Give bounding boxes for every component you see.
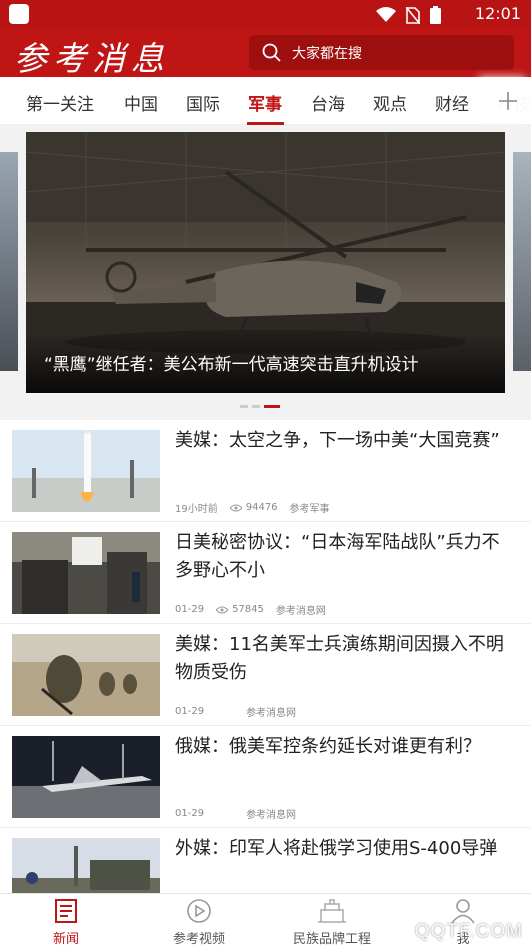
system-icons <box>376 6 441 24</box>
no-sim-icon <box>406 6 420 24</box>
plus-icon <box>499 91 517 110</box>
news-thumbnail <box>12 634 160 716</box>
tab-international[interactable]: 国际 <box>186 90 220 115</box>
banner-caption-overlay: “黑鹰”继任者：美公布新一代高速突击直升机设计 <box>26 333 505 393</box>
news-thumbnail <box>12 430 160 512</box>
watermark: QQTF.COM <box>414 921 523 942</box>
play-icon <box>187 899 211 923</box>
next-slide-peek[interactable] <box>513 152 531 371</box>
news-icon <box>55 899 77 923</box>
tab-china[interactable]: 中国 <box>124 90 158 115</box>
news-meta: 01-29 57845 参考消息网 <box>175 602 326 617</box>
news-time: 01-29 <box>175 604 205 615</box>
news-time: 19小时前 <box>175 504 218 515</box>
building-icon <box>318 899 346 923</box>
tab-military[interactable]: 军事 <box>248 90 282 115</box>
battery-icon <box>430 6 441 24</box>
news-item[interactable]: 日美秘密协议：“日本海军陆战队”兵力不多野心不小 01-29 57845 参考消… <box>0 522 531 624</box>
status-bar: 12:01 <box>0 0 531 28</box>
news-title: 美媒：11名美军士兵演练期间因摄入不明物质受伤 <box>175 634 504 683</box>
carousel-dot-active <box>264 405 280 408</box>
news-time: 01-29 <box>175 706 205 717</box>
bottom-navigation: 新闻 参考视频 民族品牌工程 我 QQTF.COM <box>0 893 531 947</box>
app-logo: 参考消息 <box>14 39 170 78</box>
news-meta: 01-29 参考消息网 <box>175 704 296 719</box>
news-title: 日美秘密协议：“日本海军陆战队”兵力不多野心不小 <box>175 532 500 581</box>
app-header: 参考消息 大家都在搜 <box>0 28 531 78</box>
news-item[interactable]: 俄媒：俄美军控条约延长对谁更有利？ 01-29 参考消息网 <box>0 726 531 828</box>
category-tabs: 第一关注 中国 国际 军事 台海 观点 财经 科技 <box>0 77 531 125</box>
news-title: 美媒：太空之争，下一场中美“大国竞赛” <box>175 430 500 451</box>
nav-video[interactable]: 参考视频 <box>154 898 244 947</box>
search-bar[interactable]: 大家都在搜 <box>249 35 514 70</box>
news-title: 俄媒：俄美军控条约延长对谁更有利？ <box>175 736 481 757</box>
banner-slide[interactable]: “黑鹰”继任者：美公布新一代高速突击直升机设计 <box>26 132 505 393</box>
tab-finance[interactable]: 财经 <box>435 90 469 115</box>
news-source: 参考军事 <box>289 504 330 515</box>
previous-slide-peek[interactable] <box>0 152 18 371</box>
eye-icon <box>216 606 229 613</box>
banner-caption: “黑鹰”继任者：美公布新一代高速突击直升机设计 <box>44 355 419 375</box>
news-source: 参考消息网 <box>246 810 297 821</box>
add-tab-button[interactable] <box>485 77 531 124</box>
news-meta: 01-29 参考消息网 <box>175 806 296 821</box>
search-placeholder: 大家都在搜 <box>292 45 362 62</box>
news-thumbnail <box>12 736 160 818</box>
banner-carousel: “黑鹰”继任者：美公布新一代高速突击直升机设计 <box>0 125 531 420</box>
app-notification-icon <box>9 4 29 24</box>
news-source: 参考消息网 <box>275 606 326 617</box>
nav-news[interactable]: 新闻 <box>21 898 111 947</box>
search-icon <box>262 43 281 62</box>
news-item[interactable]: 美媒：11名美军士兵演练期间因摄入不明物质受伤 01-29 参考消息网 <box>0 624 531 726</box>
carousel-indicator <box>240 405 280 408</box>
tab-opinion[interactable]: 观点 <box>373 90 407 115</box>
news-title: 外媒：印军人将赴俄学习使用S-400导弹 <box>175 838 498 859</box>
news-source: 参考消息网 <box>246 708 297 719</box>
tab-first-focus[interactable]: 第一关注 <box>26 90 94 115</box>
carousel-dot <box>252 405 260 408</box>
news-thumbnail <box>12 532 160 614</box>
carousel-dot <box>240 405 248 408</box>
tab-taiwan-strait[interactable]: 台海 <box>311 90 345 115</box>
news-time: 01-29 <box>175 808 205 819</box>
news-meta: 19小时前 94476 参考军事 <box>175 500 330 515</box>
nav-brand[interactable]: 民族品牌工程 <box>286 898 378 947</box>
news-views: 57845 <box>232 604 264 615</box>
wifi-icon <box>376 7 396 22</box>
eye-icon <box>229 504 242 511</box>
clock: 12:01 <box>474 4 521 23</box>
news-views: 94476 <box>245 502 278 513</box>
news-item[interactable]: 美媒：太空之争，下一场中美“大国竞赛” 19小时前 94476 参考军事 <box>0 420 531 522</box>
